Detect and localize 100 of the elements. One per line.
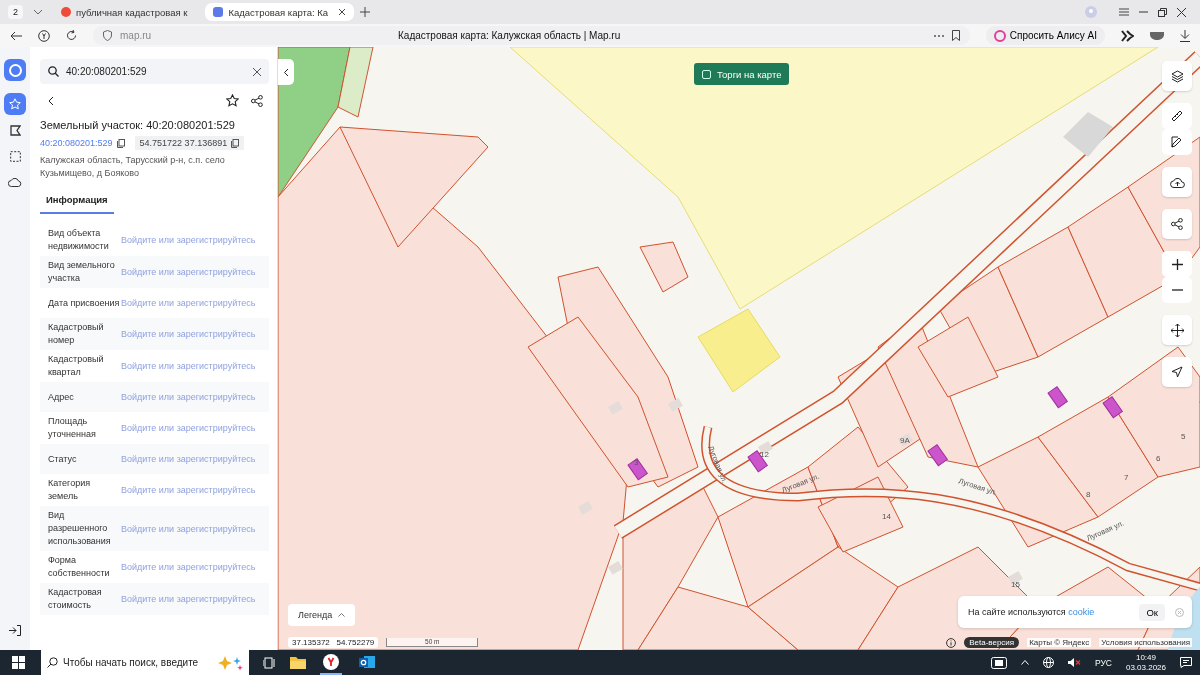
cookie-link[interactable]: cookie [1068, 607, 1095, 617]
login-link[interactable]: Войдите или зарегистрируйтесь [121, 267, 256, 277]
pencil-icon [1171, 136, 1183, 148]
house-number: 7 [1124, 473, 1129, 482]
property-label: Статус [48, 452, 78, 466]
back-arrow-icon[interactable] [10, 30, 22, 41]
share-icon[interactable] [251, 94, 263, 107]
ok-button[interactable]: Ок [1139, 603, 1165, 621]
notification-icon[interactable] [1180, 657, 1192, 668]
search-icon [47, 657, 58, 668]
coordinates-chip[interactable]: 54.751722 37.136891 [134, 136, 245, 150]
cookie-text: На сайте используются cookie [968, 607, 1096, 617]
share-button[interactable] [1162, 209, 1192, 239]
taskbar-search-field[interactable]: Чтобы начать поиск, введите [41, 650, 249, 675]
locate-button[interactable] [1162, 357, 1192, 387]
minus-icon [1171, 289, 1183, 291]
new-tab-icon[interactable] [360, 7, 371, 17]
zoom-out-button[interactable] [1162, 277, 1192, 303]
globe-icon[interactable] [1042, 657, 1054, 668]
extension-icon[interactable] [1121, 29, 1134, 42]
plus-icon [1171, 258, 1183, 270]
login-icon[interactable] [9, 625, 21, 636]
property-label: Дата присвоения [48, 296, 121, 310]
chevron-up-icon[interactable] [1020, 660, 1029, 665]
search-field[interactable]: 40:20:080201:529 [40, 59, 269, 84]
layers-icon [1170, 69, 1184, 83]
upload-button[interactable] [1162, 167, 1192, 197]
login-link[interactable]: Войдите или зарегистрируйтесь [121, 361, 256, 371]
cadastral-number-link[interactable]: 40:20:080201:529 [40, 138, 113, 148]
house-number: 8 [1086, 490, 1091, 499]
caret-icon [338, 613, 346, 617]
login-link[interactable]: Войдите или зарегистрируйтесь [121, 298, 256, 308]
copy-icon[interactable] [231, 138, 240, 148]
house-number: 14 [882, 512, 891, 521]
share-icon [1171, 218, 1183, 230]
login-link[interactable]: Войдите или зарегистрируйтесь [121, 392, 256, 402]
browser-tab[interactable]: Кадастровая карта: Ка [205, 3, 355, 21]
login-link[interactable]: Войдите или зарегистрируйтесь [121, 423, 256, 433]
cursor-coordinates: 37.135372 54.752279 [288, 637, 379, 648]
back-chevron-icon[interactable] [48, 95, 54, 106]
folder-icon[interactable] [290, 656, 306, 669]
auction-toggle-button[interactable]: Торги на карте [694, 63, 790, 85]
more-icon[interactable] [933, 34, 944, 37]
ruler-button[interactable] [1162, 103, 1192, 129]
info-icon[interactable] [946, 637, 957, 648]
login-link[interactable]: Войдите или зарегистрируйтесь [121, 485, 256, 495]
widget-icon[interactable] [990, 656, 1007, 669]
language-indicator[interactable]: РУС [1094, 657, 1112, 668]
address-bar[interactable]: map.ru Кадастровая карта: Калужская область | Map.ru [93, 26, 970, 45]
draw-button[interactable] [1162, 129, 1192, 155]
property-label: Вид земельного участка [48, 259, 116, 285]
restore-icon[interactable] [1158, 7, 1167, 17]
property-label: Вид разрешенного использования [48, 509, 112, 548]
property-label: Адрес [48, 390, 75, 404]
task-view-icon[interactable] [263, 656, 276, 669]
ya-circle-icon[interactable] [38, 29, 50, 42]
browser-tab[interactable]: публичная кадастровая к [53, 3, 196, 21]
ask-alice-button[interactable]: Спросить Алису AI [985, 26, 1105, 45]
login-link[interactable]: Войдите или зарегистрируйтесь [121, 235, 256, 245]
reload-icon[interactable] [66, 30, 77, 41]
property-label: Площадь уточненная [48, 415, 97, 441]
login-link[interactable]: Войдите или зарегистрируйтесь [121, 329, 256, 339]
navigation-arrow-icon [1171, 366, 1183, 378]
legend-button[interactable]: Легенда [288, 604, 356, 626]
layers-button[interactable] [1162, 61, 1192, 91]
house-number: 6 [1156, 454, 1161, 463]
close-icon[interactable] [338, 8, 347, 16]
download-icon[interactable] [1180, 29, 1190, 42]
clear-icon[interactable] [253, 67, 261, 76]
map-attribution: Карты © Яндекс [1027, 638, 1092, 647]
copy-icon[interactable] [116, 138, 125, 148]
bookmark-icon[interactable] [951, 30, 960, 41]
login-link[interactable]: Войдите или зарегистрируйтесь [121, 594, 256, 604]
star-icon[interactable] [4, 93, 26, 115]
login-link[interactable]: Войдите или зарегистрируйтесь [121, 562, 256, 572]
move-arrows-icon [1170, 323, 1184, 337]
house-number: 3 [634, 458, 639, 467]
close-icon[interactable] [1177, 7, 1186, 17]
property-label: Категория земель [48, 477, 92, 503]
app-logo-icon[interactable] [4, 59, 26, 81]
login-link[interactable]: Войдите или зарегистрируйтесь [121, 454, 256, 464]
house-number: 9А [900, 436, 910, 445]
info-tab[interactable]: Информация [40, 188, 114, 214]
ruler-icon [1171, 110, 1183, 122]
zoom-in-button[interactable] [1162, 251, 1192, 277]
tab-count[interactable]: 2 [8, 5, 23, 19]
property-label: Вид объекта недвижимости [48, 227, 110, 253]
property-label: Кадастровый номер [48, 321, 105, 347]
windows-start-icon[interactable] [12, 656, 25, 669]
move-button[interactable] [1162, 315, 1192, 345]
speaker-muted-icon[interactable] [1067, 657, 1081, 668]
cloud-upload-icon [1169, 176, 1185, 188]
login-link[interactable]: Войдите или зарегистрируйтесь [121, 523, 256, 534]
clock-date: 03.03.2026 [1125, 662, 1166, 673]
property-label: Кадастровая стоимость [48, 586, 103, 612]
terms-link[interactable]: Условия использования [1099, 638, 1192, 647]
beta-badge: Beta-версия [964, 637, 1020, 648]
shield-extension-icon[interactable] [1150, 31, 1164, 40]
chevron-down-icon[interactable] [33, 9, 43, 15]
star-icon[interactable] [226, 94, 239, 107]
